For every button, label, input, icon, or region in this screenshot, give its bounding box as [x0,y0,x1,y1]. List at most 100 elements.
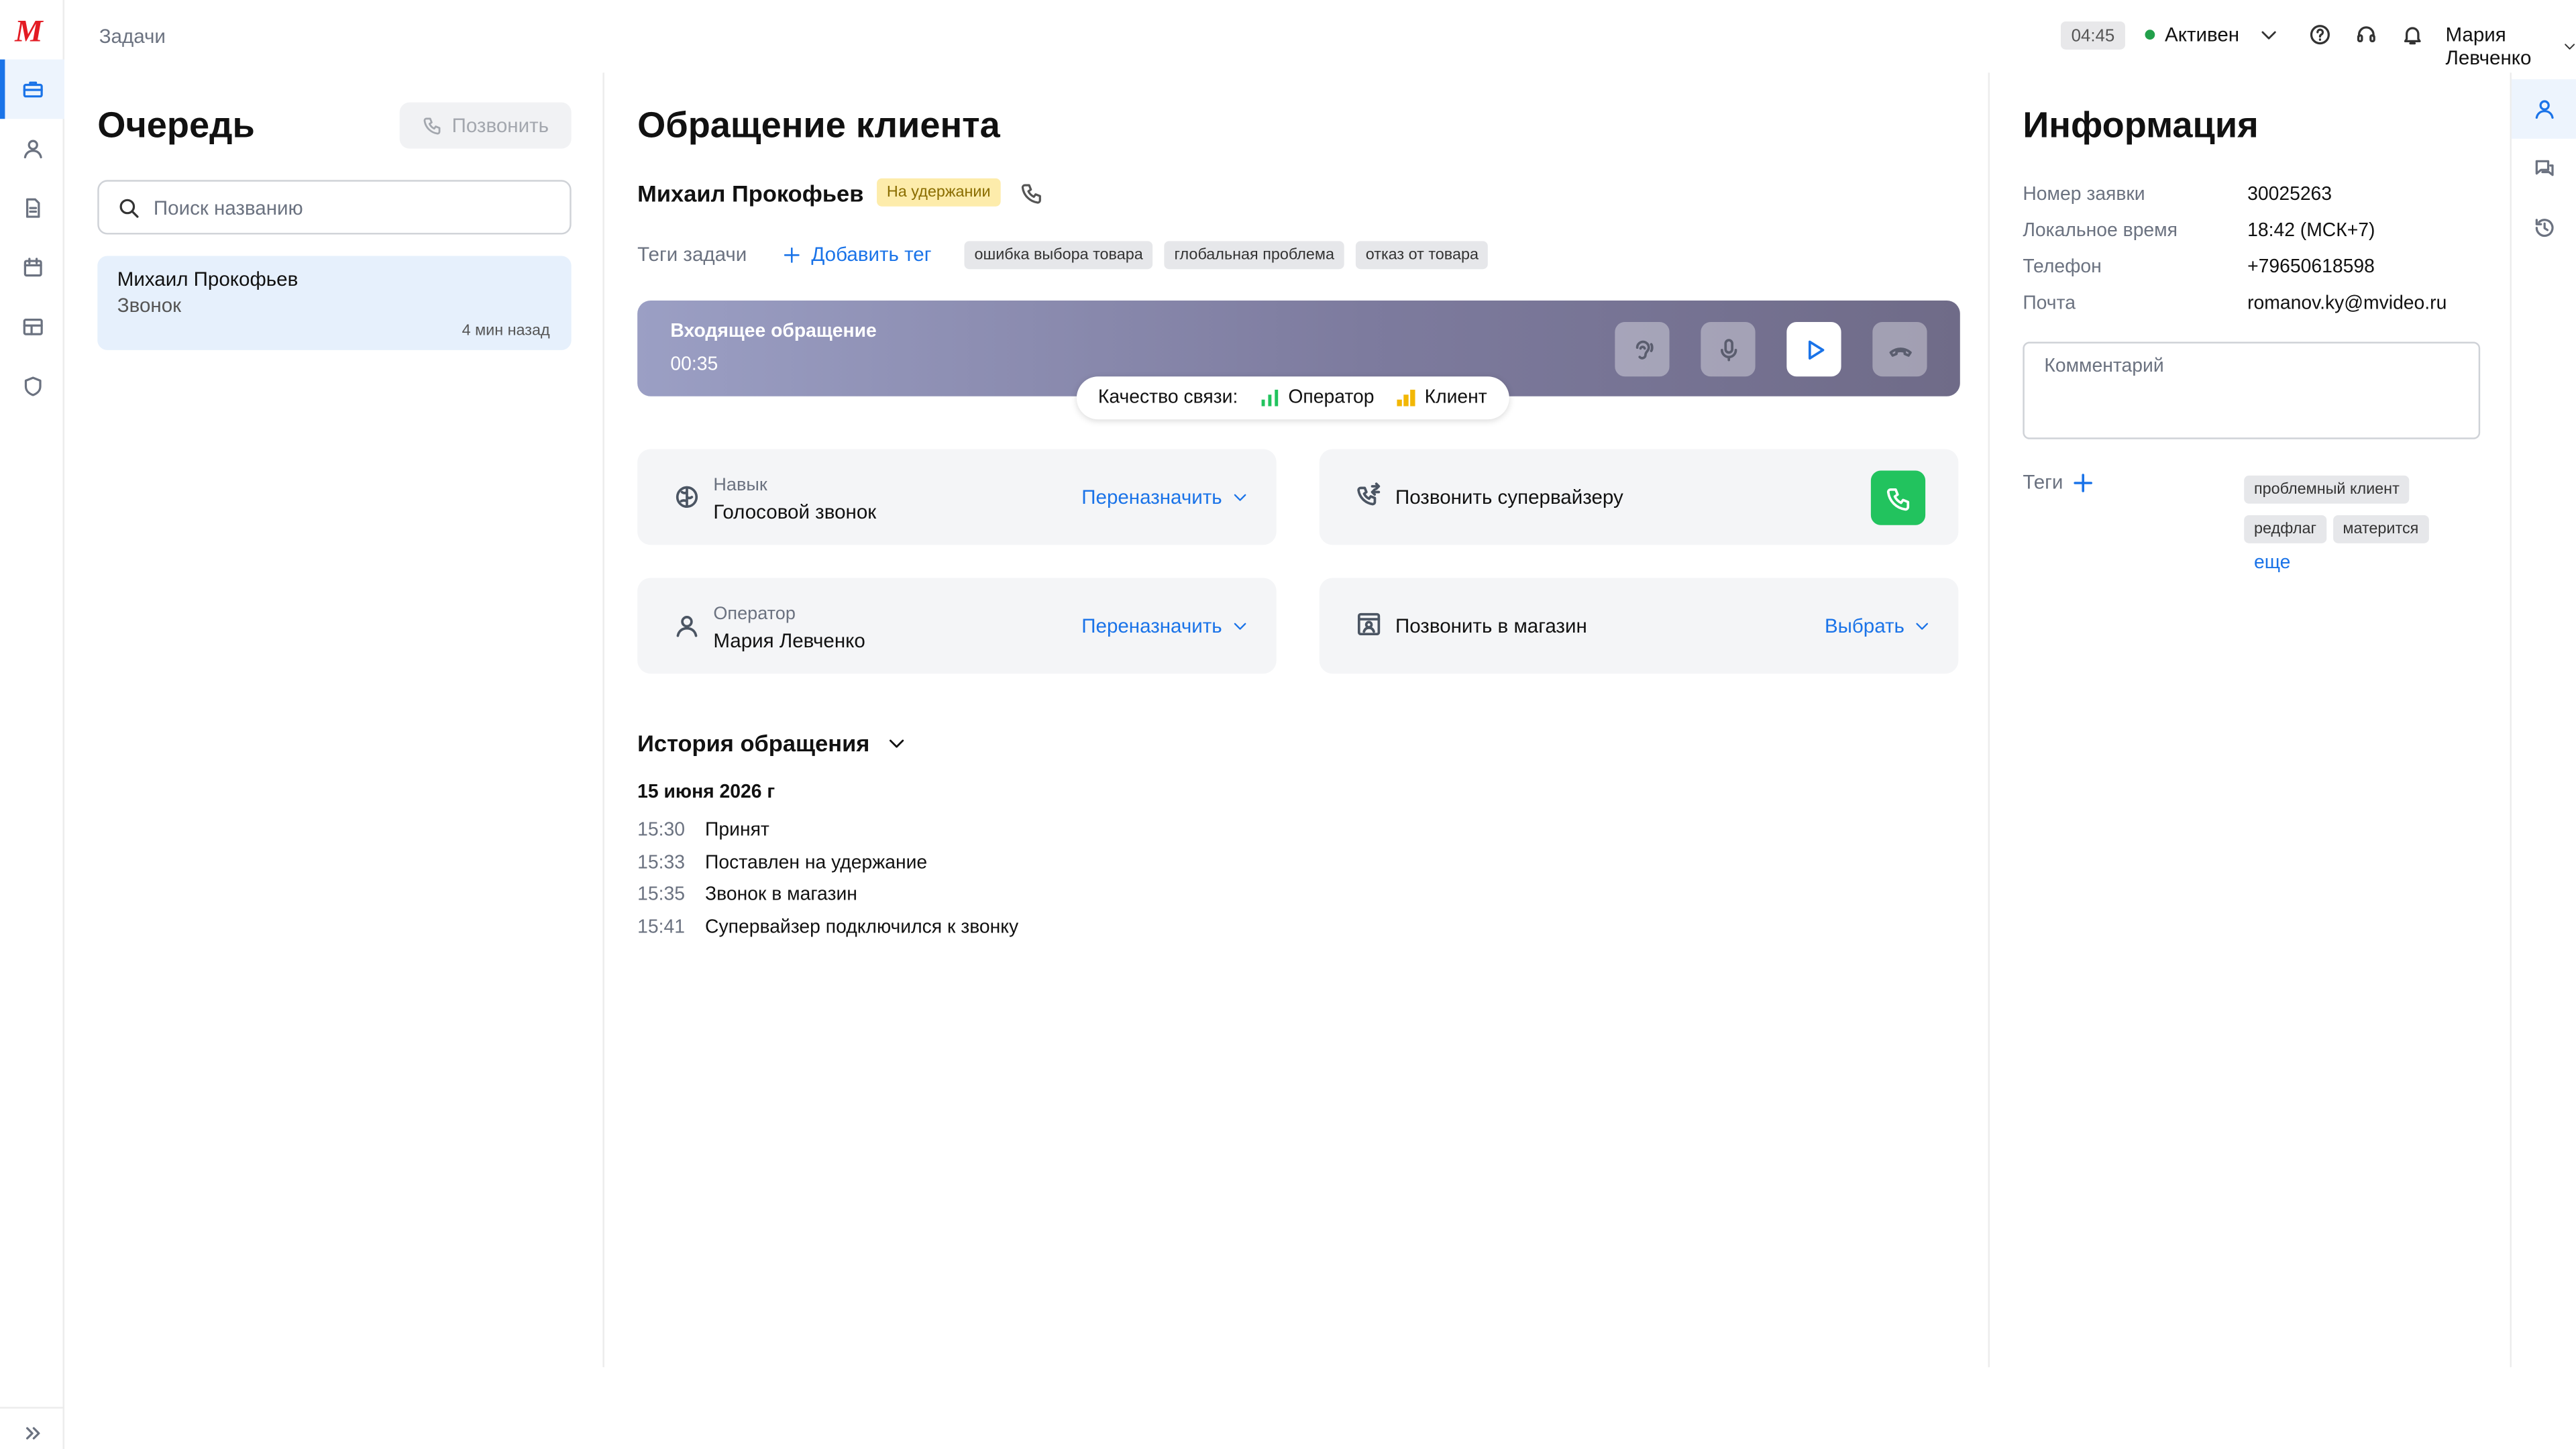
plus-icon[interactable] [2073,472,2094,493]
task-tag[interactable]: ошибка выбора товара [964,240,1153,268]
history-row: 15:30 Принят [637,814,1018,847]
phone-icon[interactable] [1020,181,1043,204]
nav-tasks[interactable] [0,59,64,119]
add-tag-label: Добавить тег [811,242,932,266]
client-name: Михаил Прокофьев [637,179,864,206]
history-row: 15:35 Звонок в магазин [637,879,1018,911]
task-tag[interactable]: отказ от товара [1355,240,1489,268]
support-button[interactable] [2355,23,2377,54]
quality-client: Клиент [1424,388,1487,408]
queue-item[interactable]: Михаил Прокофьев Звонок 4 мин назад [97,256,572,350]
store-icon-wrap [1356,611,1382,646]
shield-icon [23,376,41,396]
resume-button[interactable] [1786,321,1841,377]
call-button-label: Позвонить [451,113,549,138]
call-supervisor-card: Позвонить супервайзеру [1319,449,1959,545]
top-header: Задачи 04:45 Активен Мария Левченко [64,0,2576,72]
listen-button[interactable] [1615,321,1670,377]
call-button[interactable]: Позвонить [399,102,572,149]
right-nav-client[interactable] [2511,79,2576,139]
choose-store-button[interactable]: Выбрать [1825,614,1931,637]
phone-transfer-icon [1357,482,1381,506]
operator-value: Мария Левченко [713,629,865,653]
info-row: Номер заявки 30025263 [2023,176,2447,213]
task-tag[interactable]: глобальная проблема [1164,240,1344,268]
info-tag[interactable]: матерится [2332,515,2429,543]
info-row: Телефон +79650618598 [2023,250,2447,286]
history-date: 15 июня 2026 г [637,782,775,803]
table-icon [22,318,42,335]
history-toggle[interactable]: История обращения [637,730,906,756]
chevron-down-icon [2564,44,2575,50]
queue-title: Очередь [97,104,255,146]
reassign-operator-button[interactable]: Переназначить [1081,614,1248,637]
history-time: 15:35 [637,885,685,906]
call-timer: 00:35 [670,355,718,375]
history-event: Принят [705,820,769,841]
quality-operator: Оператор [1288,388,1375,408]
info-tags: проблемный клиент редфлаг матерится еще [2244,472,2491,573]
status-label: Активен [2165,23,2240,46]
ear-icon [1635,339,1653,359]
history-title: История обращения [637,729,870,757]
store-icon [1357,612,1381,636]
microphone-button[interactable] [1701,321,1756,377]
info-grid: Номер заявки 30025263 Локальное время 18:4… [2023,176,2447,322]
right-nav-history[interactable] [2512,198,2576,258]
supervisor-icon-wrap [1356,482,1382,517]
operator-signal-icon [1260,389,1279,407]
info-tags-label-row: Теги [2023,471,2094,494]
document-icon [25,198,40,218]
info-tag[interactable]: проблемный клиент [2244,475,2410,504]
nav-security[interactable] [0,357,64,417]
microphone-icon [1719,337,1737,361]
hang-up-button[interactable] [1872,321,1927,377]
skill-icon-wrap [674,484,700,519]
chevron-down-icon [1917,623,1929,630]
brand-logo[interactable]: М [15,15,43,51]
queue-item-time: 4 мин назад [462,321,550,341]
skill-card: Навык Голосовой звонок Переназначить [637,449,1277,545]
info-title: Информация [2023,104,2259,146]
info-tag[interactable]: редфлаг [2244,515,2326,543]
nav-calendar[interactable] [0,237,64,297]
call-supervisor-button[interactable] [1870,470,1926,525]
choose-store-label: Выбрать [1824,614,1904,638]
nav-clients[interactable] [0,119,64,178]
quality-label: Качество связи: [1097,388,1238,408]
comment-field[interactable] [2023,341,2481,439]
help-icon [2310,25,2330,45]
reassign-skill-button[interactable]: Переназначить [1081,486,1248,508]
skill-label: Навык [713,475,767,496]
right-nav-chat[interactable] [2512,139,2576,199]
hang-up-icon [1888,346,1911,356]
nav-tables[interactable] [0,297,64,357]
notifications-button[interactable] [2401,23,2424,54]
history-list: 15:30 Принят 15:33 Поставлен на удержание … [637,814,1018,945]
expand-nav-button[interactable] [0,1407,64,1449]
history-event: Звонок в магазин [705,885,857,906]
queue-search[interactable] [97,180,572,235]
more-tags-link[interactable]: еще [2254,553,2491,574]
calendar-icon [23,258,42,277]
breadcrumb[interactable]: Задачи [99,25,166,48]
play-icon [1807,339,1824,359]
right-nav [2511,72,2576,1367]
info-value: 30025263 [2247,184,2332,205]
add-tag-button[interactable]: Добавить тег [783,243,931,266]
operator-card: Оператор Мария Левченко Переназначить [637,578,1277,674]
session-timer: 04:45 [2060,21,2125,50]
help-button[interactable] [2308,23,2331,54]
search-input[interactable] [153,195,517,219]
call-store-card: Позвонить в магазин Выбрать [1319,578,1959,674]
search-icon [119,198,139,217]
user-menu[interactable]: Мария Левченко [2445,23,2575,69]
left-nav: М [0,0,64,1449]
task-tags-row: Теги задачи Добавить тег ошибка выбора т… [637,239,1500,269]
status-dropdown[interactable]: Активен [2145,23,2279,46]
request-title: Обращение клиента [637,104,1000,146]
task-tags-label: Теги задачи [637,242,747,266]
queue-item-type: Звонок [117,294,182,317]
history-event: Поставлен на удержание [705,853,928,873]
nav-documents[interactable] [0,178,64,238]
